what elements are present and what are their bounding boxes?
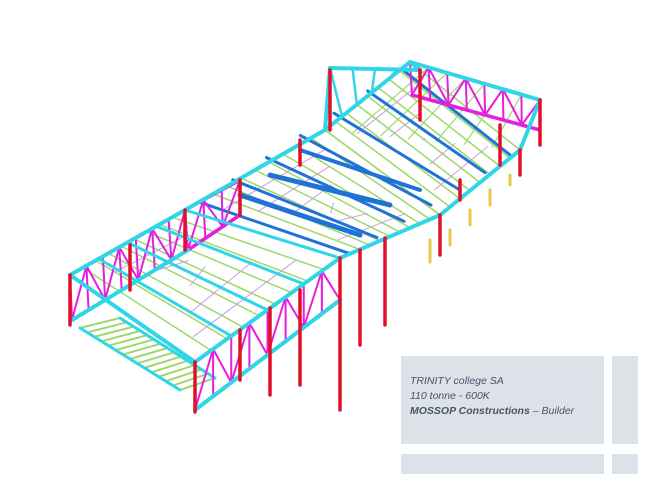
perimeter-beam [338, 213, 442, 260]
roof-beam [183, 208, 342, 260]
roof-beam [328, 66, 344, 118]
bottom-panel [401, 454, 604, 474]
roof-truss [464, 77, 468, 111]
deck-joist [100, 329, 142, 343]
deck-joist [179, 377, 216, 391]
deck-joist [121, 342, 162, 356]
deck-joist [136, 351, 176, 365]
roof-truss [202, 199, 207, 240]
project-caption: TRINITY college SA 110 tonne - 600K MOSS… [410, 374, 574, 419]
roof-truss [248, 322, 269, 356]
purlin [82, 267, 212, 352]
primary-beam [400, 67, 514, 158]
builder-line: MOSSOP Constructions – Builder [410, 404, 574, 419]
roof-truss [484, 88, 504, 116]
deck-joist [157, 364, 196, 378]
caption-panel: TRINITY college SA 110 tonne - 600K MOSS… [401, 356, 604, 444]
deck-joist [143, 355, 183, 369]
deck-edge-beam [118, 316, 217, 380]
roof-truss [134, 236, 140, 281]
deck-joist [107, 334, 149, 347]
side-panel [612, 356, 638, 444]
roof-truss [501, 88, 505, 121]
deck-joist [150, 359, 189, 374]
deck-edge-beam [78, 326, 182, 392]
perimeter-beam [438, 148, 522, 217]
builder-role: – Builder [529, 405, 575, 417]
roof-truss [320, 270, 341, 301]
roof-brace [335, 213, 368, 222]
project-tonnage-value: 110 tonne - 600K [410, 390, 490, 402]
roof-truss [446, 71, 450, 106]
deck-joist [114, 338, 155, 352]
roof-truss [483, 82, 487, 116]
roof-truss [427, 66, 432, 101]
corner-panel [612, 454, 638, 474]
roof-beam [351, 67, 359, 106]
roof-truss [118, 246, 123, 291]
purlin [388, 78, 501, 167]
project-name: TRINITY college SA [410, 375, 504, 387]
roof-truss [202, 199, 224, 228]
roof-beam [68, 273, 197, 364]
builder-name: MOSSOP Constructions [410, 405, 530, 417]
roof-truss [167, 218, 173, 261]
roof-truss [409, 61, 413, 96]
roof-truss [447, 77, 467, 106]
roof-beam [400, 67, 422, 72]
deck-joist [129, 347, 169, 360]
purlin [356, 103, 471, 192]
